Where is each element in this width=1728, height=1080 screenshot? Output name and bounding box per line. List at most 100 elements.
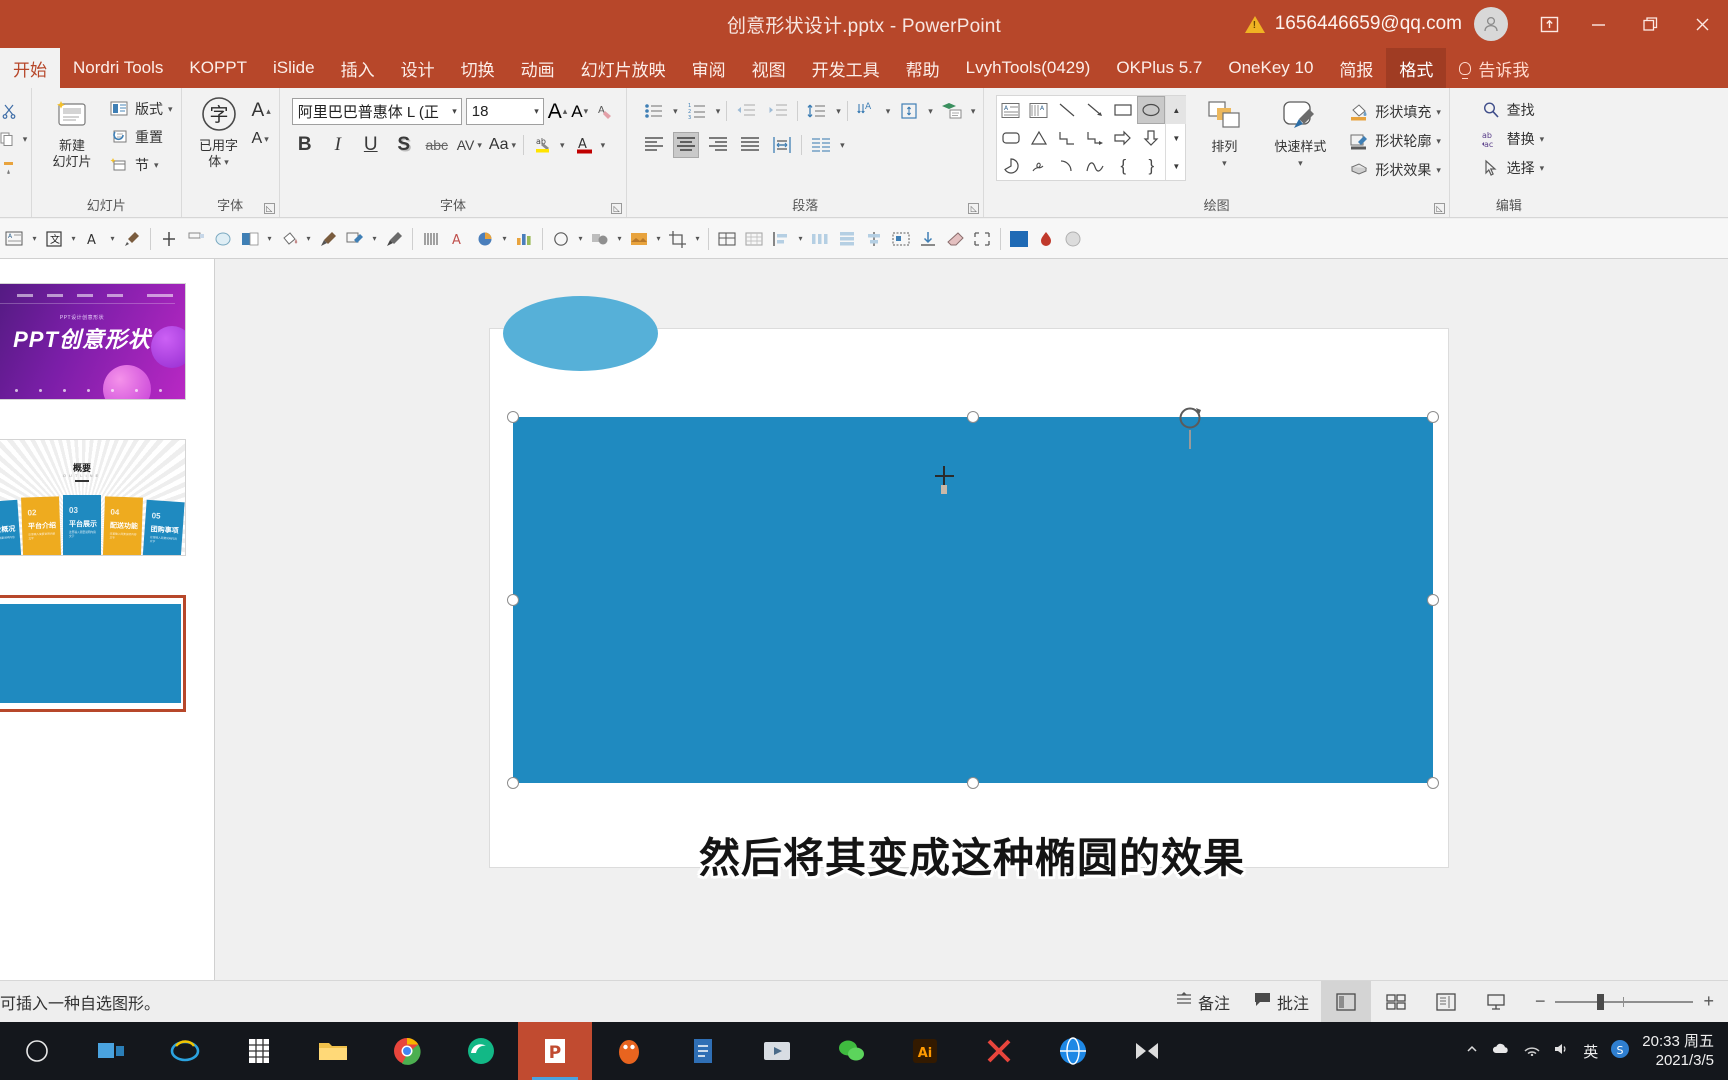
chevron-down-icon[interactable]: ▾ <box>1436 107 1441 118</box>
chevron-down-icon[interactable]: ▾ <box>840 140 845 151</box>
current-slide[interactable] <box>489 296 1449 868</box>
drawing-dialog-launcher[interactable]: ◺ <box>1433 203 1445 214</box>
rectangle-shape[interactable] <box>513 417 1433 783</box>
close-window-icon[interactable] <box>1676 0 1728 48</box>
layout-button[interactable]: 版式 ▾ <box>108 96 173 122</box>
zoom-slider[interactable] <box>1555 993 1694 1010</box>
chevron-down-icon[interactable]: ▾ <box>477 140 482 151</box>
right-arrow-icon[interactable] <box>1109 124 1137 152</box>
chevron-down-icon[interactable]: ▾ <box>1540 134 1545 145</box>
tab-onekey[interactable]: OneKey 10 <box>1215 48 1326 88</box>
distribute-v-icon[interactable] <box>834 224 860 254</box>
slide-canvas-area[interactable]: 然后将其变成这种椭圆的效果 <box>216 259 1728 980</box>
shapes-tool-icon[interactable] <box>587 224 613 254</box>
shape-effects-button[interactable]: 形状效果 ▾ <box>1348 157 1441 183</box>
chevron-down-icon[interactable]: ▾ <box>836 106 841 117</box>
shrink-font-icon[interactable]: A <box>252 130 263 148</box>
tab-design[interactable]: 设计 <box>388 48 448 88</box>
arrow-icon[interactable] <box>1081 96 1109 124</box>
chevron-down-icon[interactable]: ▾ <box>560 140 565 151</box>
triangle-icon[interactable] <box>1025 124 1053 152</box>
pie-icon[interactable] <box>997 152 1025 180</box>
right-brace-icon[interactable]: } <box>1137 152 1165 180</box>
distribute-h-icon[interactable] <box>807 224 833 254</box>
network-icon[interactable] <box>1523 1042 1541 1060</box>
thumbnail-slide-1[interactable]: PPT设计创意形状 PPT创意形状 <box>0 283 186 400</box>
chrome-icon[interactable] <box>370 1022 444 1080</box>
numbered-list-icon[interactable]: 123 <box>684 98 710 124</box>
selection-handle-ne[interactable] <box>1427 411 1439 423</box>
tab-okplus[interactable]: OKPlus 5.7 <box>1103 48 1215 88</box>
chevron-down-icon[interactable]: ▾ <box>264 134 269 145</box>
chevron-down-icon[interactable]: ▾ <box>795 234 806 243</box>
rotate-handle-icon[interactable] <box>1173 401 1207 435</box>
select-tool-icon[interactable]: 文 <box>41 224 67 254</box>
ellipse-shape[interactable] <box>503 296 658 371</box>
brush-tool-icon[interactable] <box>315 224 341 254</box>
blue-doc-icon[interactable] <box>666 1022 740 1080</box>
gradient-fill-icon[interactable] <box>237 224 263 254</box>
thumbnail-slide-3[interactable] <box>0 595 186 712</box>
distribute-icon[interactable] <box>769 132 795 158</box>
arc-icon[interactable] <box>1053 152 1081 180</box>
spreadsheet-icon[interactable] <box>222 1022 296 1080</box>
font-size-combo[interactable]: 18 ▾ <box>465 98 544 125</box>
text-shadow-button[interactable]: S <box>391 132 417 158</box>
gallery-more-icon[interactable]: ▼ <box>1166 152 1186 180</box>
sogou-icon[interactable]: S <box>1610 1039 1630 1063</box>
shape-fill-button[interactable]: 形状填充 ▾ <box>1348 99 1441 125</box>
tab-format[interactable]: 格式 <box>1386 48 1447 88</box>
chevron-down-icon[interactable]: ▾ <box>1222 155 1227 171</box>
reset-button[interactable]: 重置 <box>108 124 173 150</box>
circle-search-icon[interactable] <box>0 1022 74 1080</box>
elbow-arrow-connector-icon[interactable] <box>1081 124 1109 152</box>
select-button[interactable]: 选择 ▾ <box>1480 155 1544 181</box>
normal-view-icon[interactable] <box>1320 980 1371 1023</box>
align-objects-icon[interactable] <box>768 224 794 254</box>
person-avatar-icon[interactable] <box>1474 7 1508 41</box>
cut-icon[interactable] <box>0 98 22 124</box>
adobe-ai-icon[interactable]: Ai <box>888 1022 962 1080</box>
chevron-down-icon[interactable]: ▾ <box>528 106 539 117</box>
chevron-down-icon[interactable]: ▾ <box>23 134 28 145</box>
chevron-down-icon[interactable]: ▾ <box>446 106 457 117</box>
strikethrough-button[interactable]: abc <box>424 132 450 158</box>
copy-button[interactable]: ▾ <box>0 126 27 152</box>
edge-icon[interactable] <box>444 1022 518 1080</box>
bar-chart-icon[interactable] <box>511 224 537 254</box>
chevron-down-icon[interactable]: ▾ <box>928 106 933 117</box>
bullet-list-icon[interactable] <box>641 98 667 124</box>
show-hidden-icons-icon[interactable] <box>1465 1042 1479 1060</box>
align-center-obj-icon[interactable] <box>861 224 887 254</box>
chevron-down-icon[interactable]: ▾ <box>154 160 159 171</box>
chevron-down-icon[interactable]: ▾ <box>1298 155 1303 171</box>
section-button[interactable]: 节 ▾ <box>108 152 173 178</box>
chevron-down-icon[interactable]: ▾ <box>107 234 118 243</box>
decrease-indent-icon[interactable] <box>733 98 759 124</box>
fill-bucket-icon[interactable] <box>276 224 302 254</box>
convert-to-smartart-icon[interactable] <box>939 98 965 124</box>
align-right-icon[interactable] <box>705 132 731 158</box>
down-arrow-icon[interactable] <box>1137 124 1165 152</box>
selection-handle-nw[interactable] <box>507 411 519 423</box>
find-button[interactable]: 查找 <box>1480 97 1535 123</box>
chevron-down-icon[interactable]: ▾ <box>303 234 314 243</box>
align-center-icon[interactable] <box>673 132 700 158</box>
chevron-down-icon[interactable]: ▾ <box>614 234 625 243</box>
crop-tool-icon[interactable] <box>665 224 691 254</box>
change-case-button[interactable]: Aa <box>489 136 509 154</box>
tell-me-search[interactable]: 告诉我 <box>1446 48 1542 88</box>
outline-pen-icon[interactable] <box>342 224 368 254</box>
blue-globe-icon[interactable] <box>1036 1022 1110 1080</box>
shape-outline-button[interactable]: 形状轮廓 ▾ <box>1348 128 1441 154</box>
selection-handle-s[interactable] <box>967 777 979 789</box>
chevron-down-icon[interactable]: ▾ <box>29 234 40 243</box>
align-text-icon[interactable] <box>896 98 922 124</box>
folder-icon[interactable] <box>296 1022 370 1080</box>
chevron-down-icon[interactable]: ▾ <box>1436 165 1441 176</box>
line-icon[interactable] <box>1053 96 1081 124</box>
image-tool-icon[interactable] <box>626 224 652 254</box>
chevron-down-icon[interactable]: ▾ <box>971 106 976 117</box>
chevron-up-icon[interactable]: ▴ <box>266 106 271 117</box>
slide-thumbnail-pane[interactable]: PPT设计创意形状 PPT创意形状 概要 OUTLINE 01 <box>0 259 215 980</box>
